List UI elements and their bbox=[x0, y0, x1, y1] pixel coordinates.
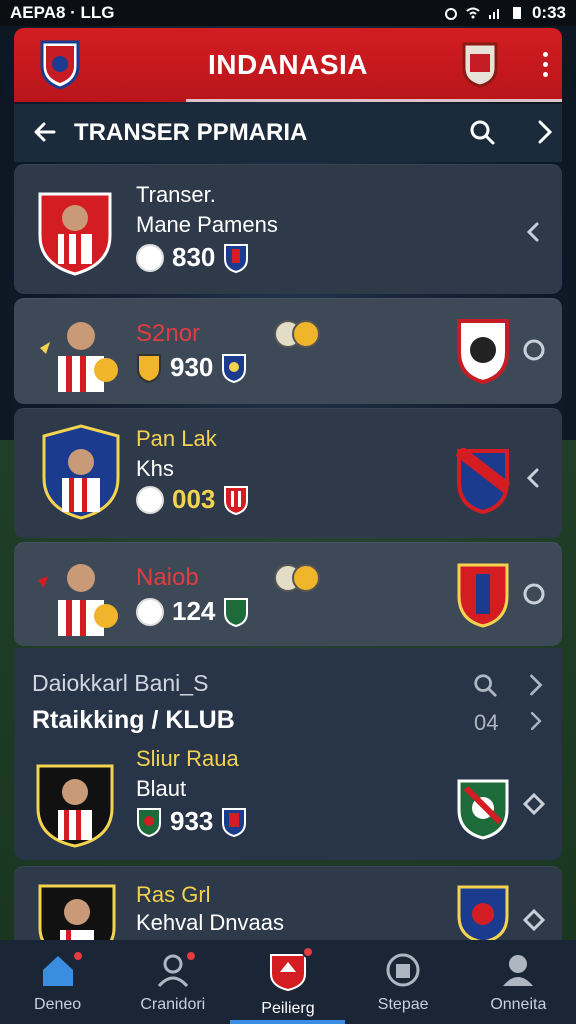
team-badge-icon bbox=[136, 597, 164, 626]
club-crest-icon bbox=[224, 485, 249, 515]
player-value: 830 bbox=[172, 242, 216, 272]
tab-label: Onneita bbox=[490, 996, 547, 1013]
app-bar: INDANASIA bbox=[14, 28, 562, 102]
trophy-badges-icon bbox=[274, 564, 320, 592]
tab-squad[interactable]: Stepae bbox=[346, 940, 461, 1024]
ranking-count: 04 bbox=[474, 710, 499, 735]
back-arrow-icon[interactable] bbox=[32, 118, 58, 146]
team-badge-icon bbox=[136, 243, 164, 272]
ranking-section: Daiokkarl Bani_S Rtaikking / KLUB 04 Sli… bbox=[14, 648, 562, 860]
player-club: Mane Pamens bbox=[136, 212, 278, 237]
player-name: Pan Lak bbox=[136, 426, 217, 451]
appbar-accent-line bbox=[186, 99, 562, 102]
tab-players[interactable]: Cranidori bbox=[115, 940, 230, 1024]
player-name: Ras Grl bbox=[136, 882, 211, 907]
transfer-card-3[interactable]: Pan Lak Khs 003 bbox=[14, 408, 562, 538]
notification-dot bbox=[185, 950, 198, 962]
tab-label: Deneo bbox=[34, 996, 82, 1013]
diamond-icon[interactable] bbox=[522, 908, 546, 932]
player-name: Transer. bbox=[136, 182, 216, 207]
club-logo-icon[interactable] bbox=[456, 884, 510, 944]
player-name: S2nor bbox=[136, 320, 201, 347]
player-value: 933 bbox=[170, 806, 214, 836]
circle-icon[interactable] bbox=[522, 582, 546, 606]
search-icon[interactable] bbox=[472, 672, 498, 698]
club-crest-icon bbox=[222, 353, 247, 383]
bottom-tab-bar: Deneo Cranidori Peilierg Stepae Onneita bbox=[0, 940, 576, 1024]
player-crest-icon bbox=[42, 424, 120, 520]
alarm-icon bbox=[444, 8, 457, 20]
shield-icon bbox=[269, 954, 306, 992]
sub-header: TRANSER PPMARIA bbox=[14, 104, 562, 162]
club-crest-icon bbox=[224, 243, 249, 273]
tab-profile[interactable]: Onneita bbox=[461, 940, 576, 1024]
player-value: 930 bbox=[170, 352, 214, 382]
status-time: 0:33 bbox=[531, 3, 566, 22]
chevron-left-icon[interactable] bbox=[522, 466, 546, 490]
team-badge-icon bbox=[137, 353, 161, 383]
player-crest-icon bbox=[40, 322, 118, 392]
player-crest-icon bbox=[38, 564, 118, 636]
chevron-right-icon[interactable] bbox=[534, 118, 556, 146]
player-crest-icon bbox=[38, 192, 112, 276]
ranking-subtitle: Daiokkarl Bani_S bbox=[32, 670, 209, 696]
team-badge-icon bbox=[136, 485, 164, 514]
search-icon[interactable] bbox=[468, 118, 496, 146]
player-club: Blaut bbox=[136, 776, 187, 801]
status-left: AEPA8 · LLG bbox=[10, 3, 115, 22]
transfer-card-1[interactable]: Transer. Mane Pamens 830 bbox=[14, 164, 562, 294]
league-logo-icon[interactable] bbox=[458, 38, 502, 88]
player-club: Kehval Dnvaas bbox=[136, 910, 284, 935]
trophy-badges-icon bbox=[274, 320, 320, 348]
profile-icon bbox=[503, 955, 534, 986]
team-badge-icon bbox=[137, 807, 161, 837]
club-logo-icon[interactable] bbox=[456, 448, 510, 514]
jersey-icon bbox=[386, 953, 420, 987]
player-name: Naiob bbox=[136, 564, 199, 591]
ranking-title: Rtaikking / KLUB bbox=[32, 706, 235, 734]
club-logo-icon[interactable] bbox=[456, 562, 510, 628]
chevron-left-icon[interactable] bbox=[522, 220, 546, 244]
wifi-icon bbox=[466, 7, 480, 19]
club-logo-icon[interactable] bbox=[456, 318, 510, 384]
club-logo-icon[interactable] bbox=[38, 38, 82, 90]
transfer-card-2[interactable]: S2nor 930 bbox=[14, 298, 562, 404]
tab-home[interactable]: Deneo bbox=[0, 940, 115, 1024]
club-logo-icon[interactable] bbox=[456, 778, 510, 840]
player-value: 124 bbox=[172, 596, 216, 626]
battery-icon bbox=[512, 7, 521, 19]
chevron-right-icon[interactable] bbox=[526, 710, 546, 732]
app-title: INDANASIA bbox=[207, 49, 369, 80]
diamond-icon[interactable] bbox=[522, 792, 546, 816]
circle-icon[interactable] bbox=[522, 338, 546, 362]
sub-header-title: TRANSER PPMARIA bbox=[74, 119, 308, 146]
tab-label: Cranidori bbox=[140, 996, 206, 1013]
transfer-card-4[interactable]: Naiob 124 bbox=[14, 542, 562, 646]
tab-label: Stepae bbox=[377, 996, 429, 1013]
tab-label: Peilierg bbox=[261, 1000, 315, 1017]
club-crest-icon bbox=[224, 597, 249, 627]
player-club: Khs bbox=[136, 456, 174, 481]
chevron-right-icon[interactable] bbox=[526, 672, 546, 698]
club-crest-icon bbox=[222, 807, 247, 837]
player-crest-icon bbox=[36, 764, 114, 848]
home-icon bbox=[42, 956, 73, 986]
notification-dot bbox=[72, 950, 85, 962]
overflow-menu-icon[interactable] bbox=[543, 52, 548, 77]
player-value: 003 bbox=[172, 484, 216, 514]
notification-dot bbox=[302, 946, 315, 958]
tab-transfers[interactable]: Peilierg bbox=[230, 940, 346, 1024]
player-name: Sliur Raua bbox=[136, 746, 239, 771]
status-bar: AEPA8 · LLG 0:33 bbox=[0, 0, 576, 26]
signal-icon bbox=[488, 9, 499, 19]
